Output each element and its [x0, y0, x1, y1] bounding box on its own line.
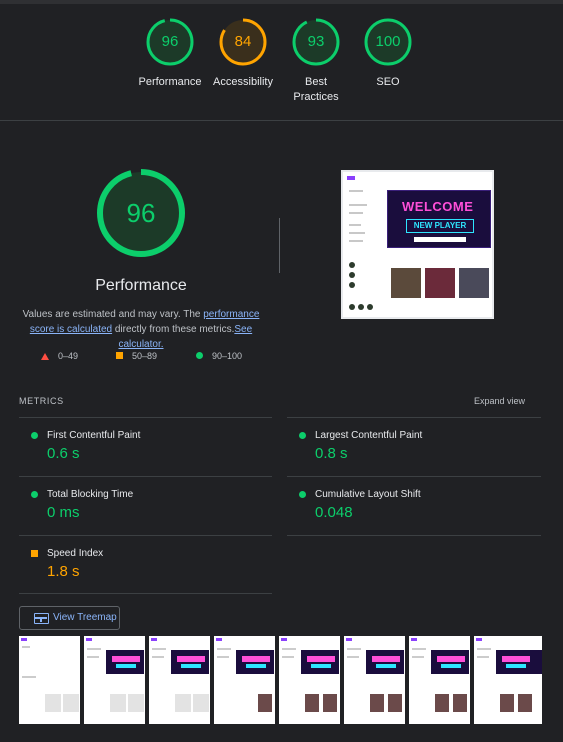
- sidebar-line: [349, 240, 363, 242]
- avatar: [349, 304, 355, 310]
- metric-name: Speed Index: [47, 548, 104, 559]
- welcome-banner: WELCOME NEW PLAYER: [387, 190, 491, 248]
- gauge-score: 100: [375, 33, 401, 50]
- metric-divider: [19, 535, 272, 536]
- filmstrip-frame[interactable]: [409, 636, 472, 724]
- gauge-seo[interactable]: 100 SEO: [348, 4, 428, 90]
- metric-divider: [287, 417, 541, 418]
- filmstrip-frame[interactable]: [474, 636, 542, 724]
- score-summary: 96 Performance 84 Accessibility 93 Best …: [0, 4, 563, 120]
- performance-title: Performance: [95, 277, 187, 294]
- metric-value: 0.6 s: [47, 445, 80, 462]
- banner-subtitle: NEW PLAYER: [406, 219, 474, 233]
- gauge-ring: 93: [292, 18, 340, 66]
- pass-circle-icon: [299, 491, 306, 498]
- gauge-best-practices[interactable]: 93 Best Practices: [276, 4, 356, 105]
- avatar: [358, 304, 364, 310]
- performance-gauge: 96: [96, 168, 186, 258]
- avatar: [349, 262, 355, 268]
- gauge-label: Performance: [138, 76, 202, 88]
- gauge-ring: 100: [364, 18, 412, 66]
- fail-triangle-icon: [41, 353, 49, 360]
- avatar: [349, 282, 355, 288]
- sidebar-line: [349, 232, 365, 234]
- average-square-icon: [31, 550, 38, 557]
- metrics-heading: METRICS: [19, 396, 64, 406]
- gauge-label: SEO: [376, 76, 400, 88]
- legend-average-range: 50–89: [132, 351, 158, 361]
- metric-divider: [19, 476, 272, 477]
- site-logo: [347, 176, 355, 180]
- section-divider: [0, 120, 563, 121]
- view-treemap-label: View Treemap: [53, 612, 117, 623]
- gauge-ring: 96: [146, 18, 194, 66]
- metric-value: 0.8 s: [315, 445, 348, 462]
- game-card: [391, 268, 421, 298]
- metric-divider: [19, 593, 272, 594]
- avatar: [367, 304, 373, 310]
- gauge-accessibility[interactable]: 84 Accessibility: [203, 4, 283, 90]
- gauge-ring: 84: [219, 18, 267, 66]
- metric-name: Cumulative Layout Shift: [315, 489, 421, 500]
- average-square-icon: [116, 352, 123, 359]
- vertical-separator: [279, 218, 280, 273]
- gauge-label: Best Practices: [293, 76, 339, 103]
- sidebar-line: [349, 224, 361, 226]
- filmstrip-frame[interactable]: [84, 636, 147, 724]
- banner-caption: [414, 237, 466, 242]
- gauge-score: 96: [161, 33, 179, 50]
- filmstrip-frame[interactable]: [279, 636, 342, 724]
- legend-average: 50–89: [116, 351, 157, 361]
- sidebar-line: [349, 204, 367, 206]
- pass-circle-icon: [299, 432, 306, 439]
- metric-divider: [19, 417, 272, 418]
- filmstrip-frame[interactable]: [149, 636, 212, 724]
- pass-circle-icon: [31, 491, 38, 498]
- desc-text: directly from these metrics.: [112, 324, 235, 335]
- game-card: [425, 268, 455, 298]
- metric-divider: [287, 535, 541, 536]
- avatar: [349, 272, 355, 278]
- metric-name: First Contentful Paint: [47, 430, 141, 441]
- legend-pass: 90–100: [196, 351, 242, 361]
- filmstrip-frame[interactable]: [344, 636, 407, 724]
- gauge-score: 93: [307, 33, 325, 50]
- sidebar-line: [349, 190, 363, 192]
- expand-view-toggle[interactable]: Expand view: [474, 396, 525, 406]
- metric-name: Total Blocking Time: [47, 489, 134, 500]
- banner-title: WELCOME: [402, 199, 474, 214]
- performance-score: 96: [126, 198, 156, 228]
- legend-fail: 0–49: [41, 351, 78, 361]
- pass-circle-icon: [196, 352, 203, 359]
- metric-value: 1.8 s: [47, 563, 80, 580]
- filmstrip-frame[interactable]: [214, 636, 277, 724]
- desc-text: Values are estimated and may vary. The: [22, 309, 204, 320]
- metric-name: Largest Contentful Paint: [315, 430, 423, 441]
- gauge-label: Accessibility: [213, 76, 273, 88]
- performance-description: Values are estimated and may vary. The p…: [16, 307, 266, 352]
- metric-divider: [287, 476, 541, 477]
- pass-circle-icon: [31, 432, 38, 439]
- metric-value: 0 ms: [47, 504, 80, 521]
- metric-value: 0.048: [315, 504, 353, 521]
- filmstrip: [19, 636, 542, 724]
- legend-pass-range: 90–100: [212, 351, 243, 361]
- filmstrip-frame[interactable]: [19, 636, 82, 724]
- final-screenshot[interactable]: WELCOME NEW PLAYER: [341, 170, 494, 319]
- treemap-icon: [34, 613, 49, 624]
- gauge-score: 84: [234, 33, 252, 50]
- game-card: [459, 268, 489, 298]
- sidebar-line: [349, 212, 363, 214]
- legend-fail-range: 0–49: [58, 351, 79, 361]
- gauge-performance[interactable]: 96 Performance: [130, 4, 210, 90]
- view-treemap-button[interactable]: View Treemap: [19, 606, 120, 630]
